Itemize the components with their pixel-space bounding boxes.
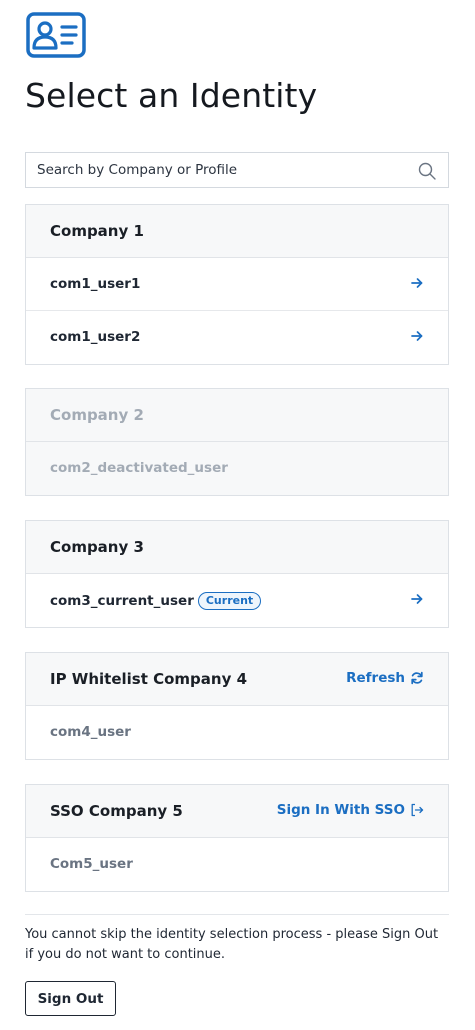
refresh-button[interactable]: Refresh [346,670,424,686]
identity-row[interactable]: com1_user1 [26,258,448,311]
identity-row-disabled: com2_deactivated_user [26,442,448,495]
company-card: IP Whitelist Company 4 Refresh com4_user [25,652,449,760]
identity-row[interactable]: com1_user2 [26,311,448,364]
company-card: SSO Company 5 Sign In With SSO Com5_user [25,784,449,892]
company-name: Company 1 [50,222,144,240]
id-card-icon [26,12,86,58]
company-card: Company 3 com3_current_user Current [25,520,449,628]
company-name: IP Whitelist Company 4 [50,670,248,688]
skip-notice: You cannot skip the identity selection p… [25,927,439,962]
company-card: Company 1 com1_user1 com1_user2 [25,204,449,365]
arrow-right-icon[interactable] [410,329,424,343]
company-header: Company 3 [26,521,448,574]
page-title: Select an Identity [25,76,318,115]
identity-label: com4_user [50,724,131,740]
refresh-label: Refresh [346,670,405,686]
identity-row: Com5_user [26,838,448,891]
company-header: Company 2 [26,389,448,442]
footer-divider [25,914,449,915]
identity-row[interactable]: com3_current_user Current [26,574,448,627]
arrow-right-icon[interactable] [410,276,424,290]
identity-label: com2_deactivated_user [50,460,228,476]
identity-label-text: com3_current_user [50,593,194,609]
arrow-right-icon[interactable] [410,592,424,606]
company-header: IP Whitelist Company 4 Refresh [26,653,448,706]
sso-sign-in-label: Sign In With SSO [276,802,405,818]
current-badge: Current [197,592,262,610]
search-icon[interactable] [418,162,436,180]
company-header: SSO Company 5 Sign In With SSO [26,785,448,838]
sso-sign-in-button[interactable]: Sign In With SSO [277,802,424,818]
search-input[interactable] [26,153,448,187]
identity-label: com1_user1 [50,276,141,292]
sign-in-icon [411,803,424,817]
identity-label: com3_current_user Current [50,592,262,610]
search-box[interactable] [25,152,449,188]
sign-out-button[interactable]: Sign Out [25,981,116,1016]
identity-label: com1_user2 [50,329,141,345]
company-name: Company 3 [50,538,144,556]
company-header: Company 1 [26,205,448,258]
identity-row: com4_user [26,706,448,759]
company-name: Company 2 [50,406,144,424]
refresh-icon [411,671,423,685]
company-card-disabled: Company 2 com2_deactivated_user [25,388,449,496]
identity-label: Com5_user [50,856,133,872]
company-name: SSO Company 5 [50,802,183,820]
